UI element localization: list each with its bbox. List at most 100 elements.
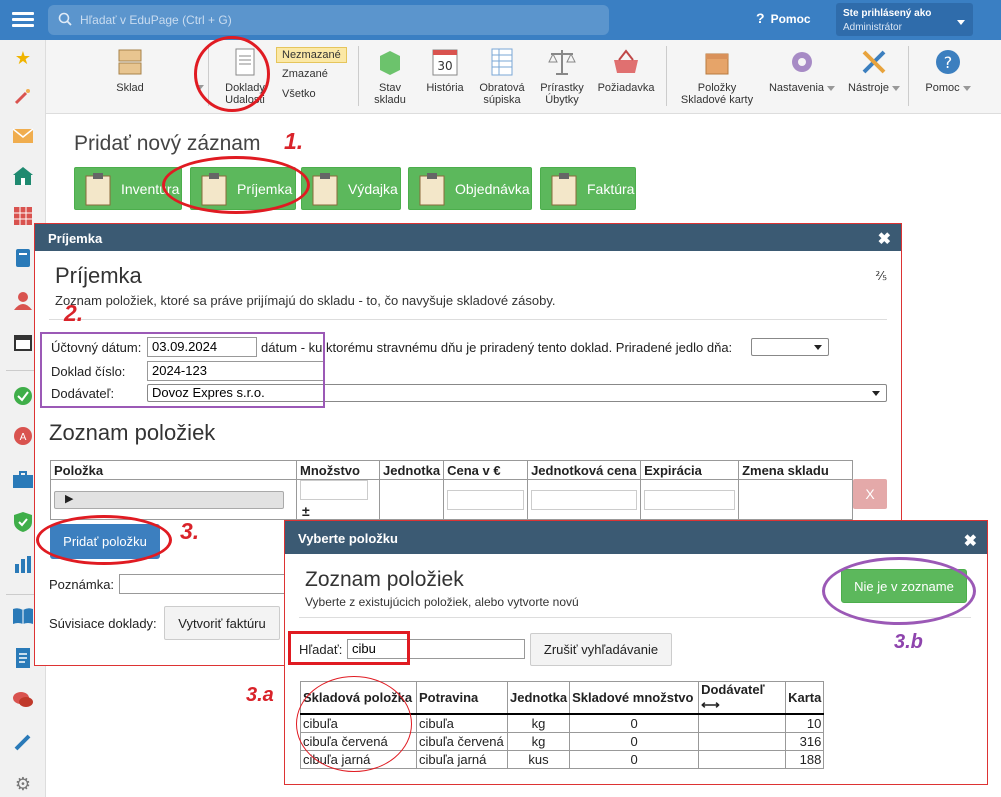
tools-icon — [862, 50, 886, 74]
filter-vsetko[interactable]: Všetko — [276, 88, 316, 100]
toolbar-sklad[interactable]: Sklad — [108, 48, 152, 94]
mail-icon[interactable] — [11, 124, 35, 148]
toolbar-nastroje[interactable]: Nástroje — [842, 48, 906, 94]
calendar-day: 30 — [437, 59, 452, 73]
check-circle-icon[interactable] — [11, 384, 35, 408]
expiration-input[interactable] — [644, 489, 736, 510]
prijemka-subtitle: Zoznam položiek, ktoré sa práve prijímaj… — [55, 293, 556, 308]
add-objednavka-button[interactable]: Objednávka — [408, 167, 532, 210]
col-jednotkova-cena: Jednotková cena — [527, 460, 642, 480]
annotation-box — [40, 332, 325, 408]
chart-icon[interactable] — [11, 552, 35, 576]
toolbar-pomoc-label: Pomoc — [925, 82, 960, 94]
toolbar-stav-skladu[interactable]: Stav skladu — [368, 48, 412, 106]
calendar-icon[interactable] — [11, 330, 35, 354]
cell-unit: kg — [506, 713, 571, 733]
toolbar-prirastky-label2: Úbytky — [545, 94, 579, 106]
toolbar-pomoc[interactable]: ? Pomoc — [918, 48, 978, 94]
chat-icon[interactable] — [11, 688, 35, 712]
unit-price-input[interactable] — [531, 489, 638, 510]
toolbar-poziadavka-label: Požiadavka — [597, 82, 655, 94]
close-icon[interactable]: ✖ — [878, 229, 891, 249]
chevron-down-icon — [891, 85, 900, 91]
toolbar-nastroje-label: Nástroje — [848, 82, 889, 94]
search-placeholder: Hľadať v EduPage (Ctrl + G) — [80, 13, 232, 27]
cancel-search-button[interactable]: Zrušiť vyhľadávanie — [530, 633, 672, 666]
toolbar-divider — [358, 46, 359, 106]
toolbar-polozky[interactable]: Položky Skladové karty — [676, 48, 758, 106]
toolbar-poziadavka[interactable]: Požiadavka — [596, 48, 656, 94]
gear-icon[interactable]: ⚙ — [11, 772, 35, 796]
cell-stock: 0 — [569, 749, 700, 769]
global-search-input[interactable]: Hľadať v EduPage (Ctrl + G) — [48, 5, 609, 35]
note-input[interactable] — [119, 574, 285, 594]
cell-unit: kg — [506, 731, 571, 751]
toolbar-obratova-label1: Obratová — [479, 82, 525, 94]
filter-nezmazane[interactable]: Nezmazané — [276, 47, 347, 63]
picker-title: Zoznam položiek — [305, 568, 464, 591]
chevron-down-icon — [962, 85, 971, 91]
quantity-input[interactable] — [300, 480, 368, 500]
items-table-header: Položka Množstvo Jednotka Cena v € Jedno… — [50, 460, 854, 480]
grades-icon[interactable]: A — [11, 424, 35, 448]
help-link[interactable]: ? Pomoc — [756, 10, 811, 26]
user-line1: Ste prihlásený ako — [843, 8, 932, 19]
annotation-3a: 3.a — [246, 684, 274, 706]
book-icon[interactable] — [11, 604, 35, 628]
user-menu[interactable]: Ste prihlásený ako Administrátor — [836, 3, 973, 36]
col-polozka: Položka — [50, 460, 297, 480]
toolbar-historia-label: História — [426, 82, 464, 94]
cell-card: 316 — [785, 731, 825, 751]
add-faktura-button[interactable]: Faktúra — [540, 167, 636, 210]
page-indicator: ⅖ — [875, 269, 887, 283]
items-table: Položka Množstvo Jednotka Cena v € Jedno… — [50, 460, 854, 520]
chevron-down-icon — [872, 391, 880, 396]
add-vydajka-button[interactable]: Výdajka — [301, 167, 401, 210]
filter-zmazane[interactable]: Zmazané — [276, 68, 328, 80]
cell-supplier — [698, 749, 787, 769]
toolbar-divider — [908, 46, 909, 106]
prijemka-dialog-header-title: Príjemka — [48, 231, 103, 246]
school-icon[interactable] — [11, 164, 35, 188]
col-jednotka: Jednotka — [506, 681, 571, 715]
item-picker-button[interactable]: ▶ — [54, 491, 284, 509]
magic-wand-icon[interactable] — [11, 84, 35, 108]
toolbar-polozky-label2: Skladové karty — [680, 94, 754, 106]
annotation-circle — [36, 515, 172, 565]
quantity-stepper[interactable]: ± — [302, 503, 310, 519]
warehouse-boxes-icon — [118, 49, 142, 75]
toolbar-nastavenia[interactable]: Nastavenia — [764, 48, 840, 94]
pen-icon[interactable] — [11, 730, 35, 754]
price-input[interactable] — [447, 489, 525, 510]
toolbar-stav-label2: skladu — [374, 94, 406, 106]
shield-icon[interactable] — [11, 510, 35, 534]
add-faktura-label: Faktúra — [587, 180, 635, 197]
toolbar-prirastky-ubytky[interactable]: Prírastky Úbytky — [536, 48, 588, 106]
annotation-ellipse — [822, 557, 976, 625]
clipboard-icon — [419, 172, 445, 205]
create-invoice-button[interactable]: Vytvoriť faktúru — [164, 606, 280, 640]
close-icon[interactable]: ✖ — [964, 531, 977, 551]
col-jednotka: Jednotka — [378, 460, 445, 480]
briefcase-icon[interactable] — [11, 468, 35, 492]
help-icon: ? — [936, 50, 960, 74]
toolbar-obratova-supiska[interactable]: Obratová súpiska — [476, 48, 528, 106]
calendar-icon: 30 — [432, 49, 458, 76]
prijemka-dialog-header: Príjemka ✖ — [35, 224, 901, 251]
remove-row-button[interactable]: X — [853, 479, 887, 509]
toolbar-historia[interactable]: 30 História — [422, 48, 468, 94]
annotation-box — [288, 631, 410, 665]
meal-select[interactable] — [751, 338, 829, 356]
picker-subtitle: Vyberte z existujúcich položiek, alebo v… — [305, 595, 579, 609]
col-skladove-mnozstvo: Skladové množstvo — [569, 681, 700, 715]
user-icon[interactable] — [11, 288, 35, 312]
cell-supplier — [698, 713, 787, 733]
col-karta: Karta — [785, 681, 825, 715]
price-cell — [443, 479, 529, 520]
star-icon[interactable]: ★ — [11, 46, 35, 70]
menu-icon[interactable] — [12, 9, 34, 29]
timetable-icon[interactable] — [11, 204, 35, 228]
notebook-icon[interactable] — [11, 246, 35, 270]
document-icon[interactable] — [11, 646, 35, 670]
toolbar-prirastky-label1: Prírastky — [540, 82, 584, 94]
